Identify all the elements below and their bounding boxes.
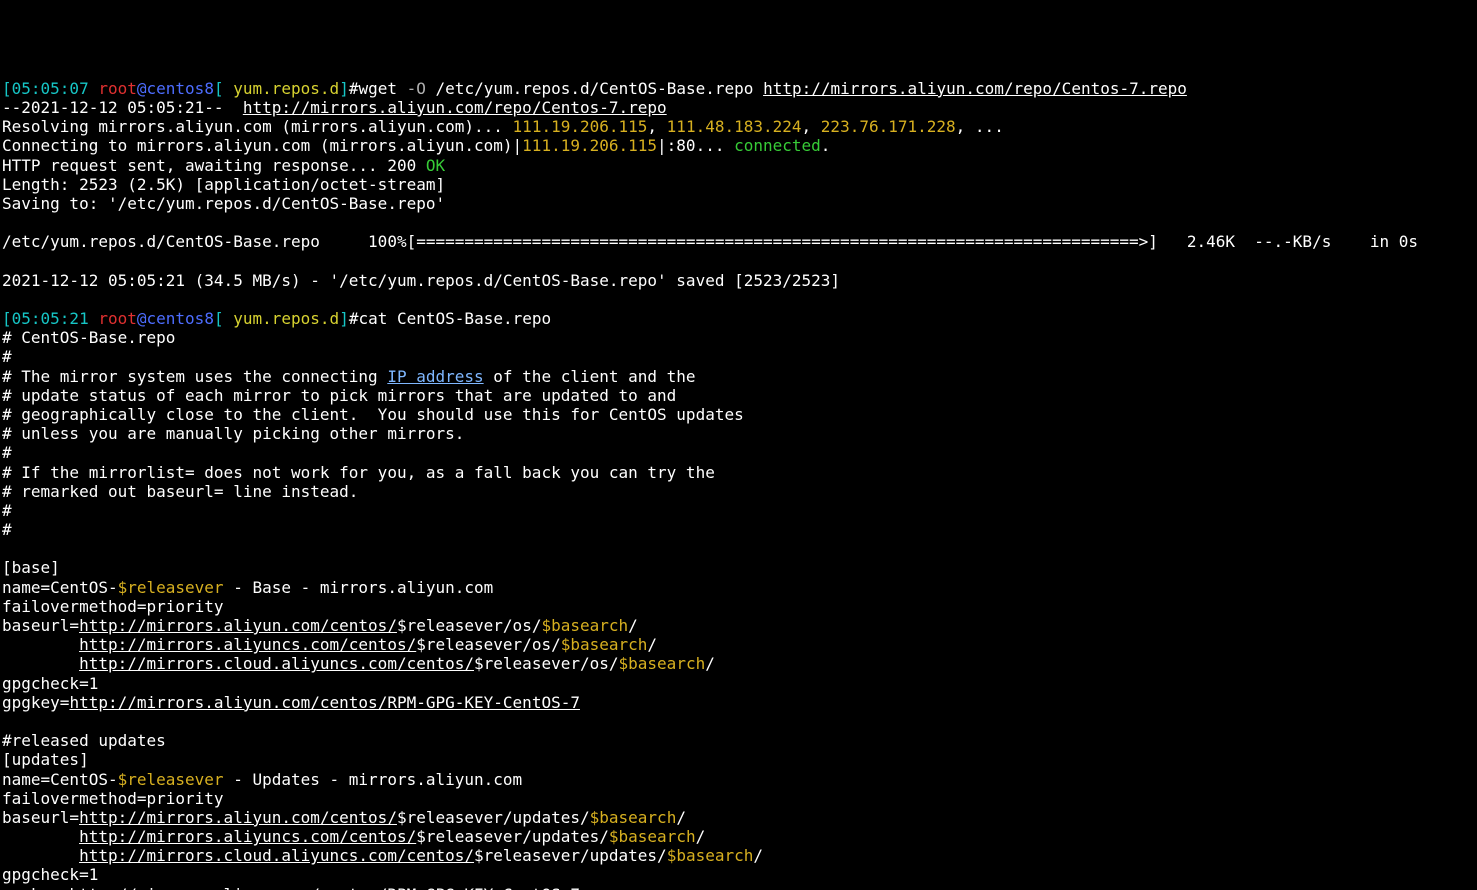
prompt-host: centos8 bbox=[147, 79, 214, 98]
repo-comment: # bbox=[2, 501, 12, 520]
prompt-lb: [ bbox=[214, 79, 233, 98]
prompt-line-1: [05:05:07 root@centos8[ yum.repos.d]#wge… bbox=[2, 79, 1187, 98]
base-gpgkey: gpgkey=http://mirrors.aliyun.com/centos/… bbox=[2, 693, 580, 712]
wget-length: Length: 2523 (2.5K) [application/octet-s… bbox=[2, 175, 445, 194]
base-baseurl-3: http://mirrors.cloud.aliyuncs.com/centos… bbox=[2, 654, 715, 673]
ip-2: 111.48.183.224 bbox=[667, 117, 802, 136]
wget-resolve: Resolving mirrors.aliyun.com (mirrors.al… bbox=[2, 117, 1004, 136]
var-basearch: $basearch bbox=[619, 654, 706, 673]
wget-line-1: --2021-12-12 05:05:21-- http://mirrors.a… bbox=[2, 98, 667, 117]
cmd-arg: /etc/yum.repos.d/CentOS-Base.repo bbox=[426, 79, 763, 98]
ip-1: 111.19.206.115 bbox=[513, 117, 648, 136]
prompt-host: centos8 bbox=[147, 309, 214, 328]
prompt-lb: [ bbox=[214, 309, 233, 328]
base-name: name=CentOS-$releasever - Base - mirrors… bbox=[2, 578, 493, 597]
repo-comment: # bbox=[2, 443, 12, 462]
status-connected: connected bbox=[734, 136, 821, 155]
prompt-dir: yum.repos.d bbox=[233, 79, 339, 98]
wget-url[interactable]: http://mirrors.aliyun.com/repo/Centos-7.… bbox=[243, 98, 667, 117]
updates-gpgcheck: gpgcheck=1 bbox=[2, 865, 98, 884]
base-gpgcheck: gpgcheck=1 bbox=[2, 674, 98, 693]
repo-comment: # bbox=[2, 520, 12, 539]
base-failover: failovermethod=priority bbox=[2, 597, 224, 616]
prompt-user: root bbox=[98, 79, 137, 98]
terminal[interactable]: [05:05:07 root@centos8[ yum.repos.d]#wge… bbox=[0, 77, 1477, 890]
repo-comment: # geographically close to the client. Yo… bbox=[2, 405, 744, 424]
prompt-time: [05:05:21 bbox=[2, 309, 89, 328]
repo-comment: # bbox=[2, 347, 12, 366]
updates-baseurl-1: baseurl=http://mirrors.aliyun.com/centos… bbox=[2, 808, 686, 827]
prompt-rb: ] bbox=[339, 79, 349, 98]
prompt-dir: yum.repos.d bbox=[233, 309, 339, 328]
cmd-wget: wget bbox=[358, 79, 406, 98]
ip-4: 111.19.206.115 bbox=[522, 136, 657, 155]
status-ok: OK bbox=[426, 156, 445, 175]
repo-comment: # The mirror system uses the connecting … bbox=[2, 367, 696, 386]
cmd-flag: -O bbox=[407, 79, 426, 98]
section-updates: [updates] bbox=[2, 750, 89, 769]
section-base: [base] bbox=[2, 558, 60, 577]
url-aliyuncs[interactable]: http://mirrors.aliyuncs.com/centos/ bbox=[79, 827, 416, 846]
url-cloud-aliyuncs[interactable]: http://mirrors.cloud.aliyuncs.com/centos… bbox=[79, 846, 474, 865]
prompt-at: @ bbox=[137, 309, 147, 328]
prompt-at: @ bbox=[137, 79, 147, 98]
updates-baseurl-2: http://mirrors.aliyuncs.com/centos/$rele… bbox=[2, 827, 705, 846]
base-baseurl-2: http://mirrors.aliyuncs.com/centos/$rele… bbox=[2, 635, 657, 654]
repo-comment: # update status of each mirror to pick m… bbox=[2, 386, 676, 405]
comment-released: #released updates bbox=[2, 731, 175, 750]
wget-http: HTTP request sent, awaiting response... … bbox=[2, 156, 445, 175]
url-aliyuncs[interactable]: http://mirrors.aliyuncs.com/centos/ bbox=[79, 635, 416, 654]
text-ip-address: IP address bbox=[387, 367, 483, 386]
cmd-cat: cat CentOS-Base.repo bbox=[358, 309, 551, 328]
url-aliyun[interactable]: http://mirrors.aliyun.com/centos/ bbox=[79, 616, 397, 635]
wget-saved: 2021-12-12 05:05:21 (34.5 MB/s) - '/etc/… bbox=[2, 271, 840, 290]
repo-comment: # unless you are manually picking other … bbox=[2, 424, 464, 443]
url-cloud-aliyuncs[interactable]: http://mirrors.cloud.aliyuncs.com/centos… bbox=[79, 654, 474, 673]
updates-baseurl-3: http://mirrors.cloud.aliyuncs.com/centos… bbox=[2, 846, 763, 865]
var-basearch: $basearch bbox=[609, 827, 696, 846]
url-aliyun[interactable]: http://mirrors.aliyun.com/centos/ bbox=[79, 808, 397, 827]
url-gpgkey[interactable]: http://mirrors.aliyun.com/centos/RPM-GPG… bbox=[69, 885, 580, 890]
updates-failover: failovermethod=priority bbox=[2, 789, 224, 808]
var-basearch: $basearch bbox=[561, 635, 648, 654]
repo-comment: # If the mirrorlist= does not work for y… bbox=[2, 463, 715, 482]
var-basearch: $basearch bbox=[590, 808, 677, 827]
cmd-url[interactable]: http://mirrors.aliyun.com/repo/Centos-7.… bbox=[763, 79, 1187, 98]
var-releasever: $releasever bbox=[118, 770, 224, 789]
prompt-rb: ] bbox=[339, 309, 349, 328]
var-releasever: $releasever bbox=[118, 578, 224, 597]
var-basearch: $basearch bbox=[541, 616, 628, 635]
prompt-line-2: [05:05:21 root@centos8[ yum.repos.d]#cat… bbox=[2, 309, 551, 328]
prompt-user: root bbox=[98, 309, 137, 328]
url-gpgkey[interactable]: http://mirrors.aliyun.com/centos/RPM-GPG… bbox=[69, 693, 580, 712]
wget-saving: Saving to: '/etc/yum.repos.d/CentOS-Base… bbox=[2, 194, 445, 213]
updates-gpgkey: gpgkey=http://mirrors.aliyun.com/centos/… bbox=[2, 885, 580, 890]
ip-3: 223.76.171.228 bbox=[821, 117, 956, 136]
repo-comment: # remarked out baseurl= line instead. bbox=[2, 482, 358, 501]
wget-connect: Connecting to mirrors.aliyun.com (mirror… bbox=[2, 136, 830, 155]
prompt-time: [05:05:07 bbox=[2, 79, 89, 98]
wget-progress: /etc/yum.repos.d/CentOS-Base.repo 100%[=… bbox=[2, 232, 1466, 251]
base-baseurl-1: baseurl=http://mirrors.aliyun.com/centos… bbox=[2, 616, 638, 635]
repo-comment: # CentOS-Base.repo bbox=[2, 328, 175, 347]
var-basearch: $basearch bbox=[667, 846, 754, 865]
updates-name: name=CentOS-$releasever - Updates - mirr… bbox=[2, 770, 522, 789]
